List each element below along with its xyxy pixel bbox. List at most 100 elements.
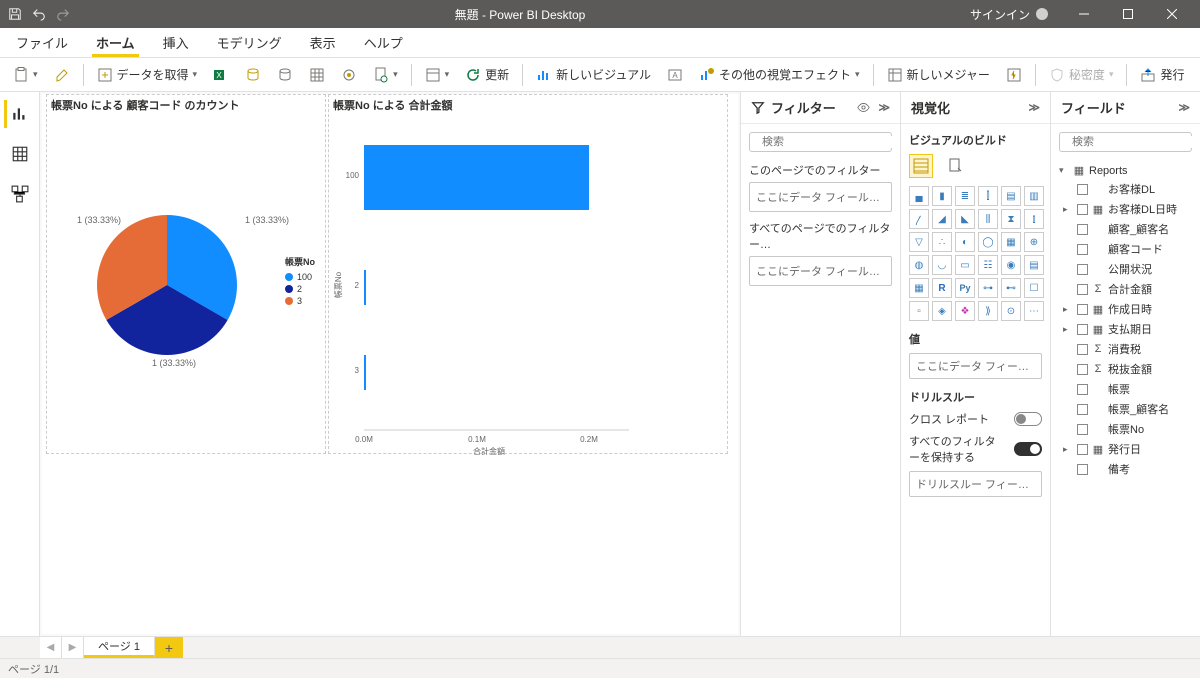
field-item[interactable]: お客様DL [1059,179,1192,199]
card-icon[interactable]: ▭ [955,255,975,275]
datahub-button[interactable] [240,64,266,86]
format-visual-mode[interactable] [943,154,967,178]
treemap-icon[interactable]: ▦ [1001,232,1021,252]
fields-search-input[interactable] [1072,136,1200,148]
100-column-icon[interactable]: ▥ [1024,186,1044,206]
sql-button[interactable] [272,64,298,86]
minimize-button[interactable] [1064,0,1104,28]
100-bar-icon[interactable]: ▤ [1001,186,1021,206]
kpi-icon[interactable]: ◉ [1001,255,1021,275]
clustered-column-icon[interactable]: ⫿ [978,186,998,206]
menu-modeling[interactable]: モデリング [213,28,286,57]
field-checkbox[interactable] [1077,284,1088,295]
field-item[interactable]: 帳票_顧客名 [1059,399,1192,419]
field-item[interactable]: 公開状況 [1059,259,1192,279]
filters-search[interactable] [749,132,892,152]
signin-button[interactable]: サインイン [970,6,1048,23]
close-button[interactable] [1152,0,1192,28]
redo-icon[interactable] [56,7,70,21]
collapse-icon[interactable]: ≫ [878,101,890,114]
field-checkbox[interactable] [1077,424,1088,435]
more-visual-button[interactable]: その他の視覚エフェクト▾ [694,63,865,86]
new-visual-button[interactable]: 新しいビジュアル [531,63,656,86]
slicer-icon[interactable]: ▤ [1024,255,1044,275]
format-painter-button[interactable] [49,64,75,86]
pie-icon[interactable]: ◐ [955,232,975,252]
page-next-button[interactable]: ▶ [62,637,84,658]
field-item[interactable]: Σ税抜金額 [1059,359,1192,379]
field-item[interactable]: 顧客コード [1059,239,1192,259]
gauge-icon[interactable]: ◡ [932,255,952,275]
paste-button[interactable]: ▾ [8,64,43,86]
menu-home[interactable]: ホーム [92,28,139,57]
allpages-filter-dropzone[interactable]: ここにデータ フィールド... [749,256,892,286]
page-tab-1[interactable]: ページ 1 [84,637,155,658]
field-checkbox[interactable] [1077,304,1088,315]
multirow-card-icon[interactable]: ☷ [978,255,998,275]
map-icon[interactable]: ⊕ [1024,232,1044,252]
key-influencer-icon[interactable]: ⊶ [978,278,998,298]
field-checkbox[interactable] [1077,184,1088,195]
filters-search-input[interactable] [762,136,900,148]
eye-icon[interactable] [857,101,870,114]
menu-help[interactable]: ヘルプ [360,28,407,57]
field-item[interactable]: Σ合計金額 [1059,279,1192,299]
field-checkbox[interactable] [1077,324,1088,335]
page-filter-dropzone[interactable]: ここにデータ フィールド... [749,182,892,212]
stacked-column-icon[interactable]: ▮ [932,186,952,206]
report-canvas[interactable]: 帳票No による 顧客コード のカウント 1 (33.33%) 1 (33.33… [40,92,740,636]
page-prev-button[interactable]: ◀ [40,637,62,658]
field-item[interactable]: 帳票No [1059,419,1192,439]
collapse-icon[interactable]: ≫ [1028,101,1040,114]
arcgis-icon[interactable]: ⊙ [1001,301,1021,321]
build-visual-mode[interactable] [909,154,933,178]
save-icon[interactable] [8,7,22,21]
table-icon[interactable]: ▦ [909,278,929,298]
viz-value-dropzone[interactable]: ここにデータ フィールド... [909,353,1042,379]
field-checkbox[interactable] [1077,264,1088,275]
field-checkbox[interactable] [1077,344,1088,355]
field-item[interactable]: ▸▦お客様DL日時 [1059,199,1192,219]
enter-data-button[interactable] [304,64,330,86]
dataverse-button[interactable] [336,64,362,86]
get-data-button[interactable]: データを取得▾ [92,63,203,86]
keep-filters-toggle[interactable] [1014,442,1042,456]
field-item[interactable]: ▸▦支払期日 [1059,319,1192,339]
field-checkbox[interactable] [1077,444,1088,455]
field-checkbox[interactable] [1077,244,1088,255]
field-item[interactable]: 顧客_顧客名 [1059,219,1192,239]
transform-button[interactable]: ▾ [420,64,455,86]
paginated-icon[interactable]: ▫ [909,301,929,321]
quick-measure-button[interactable] [1001,64,1027,86]
recent-sources-button[interactable]: ▾ [368,64,403,86]
menu-view[interactable]: 表示 [306,28,340,57]
menu-insert[interactable]: 挿入 [159,28,193,57]
area-chart-icon[interactable]: ◢ [932,209,952,229]
clustered-bar-icon[interactable]: ≣ [955,186,975,206]
maximize-button[interactable] [1108,0,1148,28]
funnel-icon[interactable]: ▽ [909,232,929,252]
textbox-button[interactable]: A [662,64,688,86]
field-item[interactable]: ▸▦作成日時 [1059,299,1192,319]
collapse-icon[interactable]: ≫ [1178,101,1190,114]
decomp-tree-icon[interactable]: ⊷ [1001,278,1021,298]
stacked-bar-icon[interactable]: ▄ [909,186,929,206]
field-checkbox[interactable] [1077,384,1088,395]
field-item[interactable]: 帳票 [1059,379,1192,399]
filled-map-icon[interactable]: ◍ [909,255,929,275]
field-item[interactable]: ▸▦発行日 [1059,439,1192,459]
add-page-button[interactable]: + [155,637,183,658]
stacked-area-icon[interactable]: ◣ [955,209,975,229]
refresh-button[interactable]: 更新 [460,63,514,86]
field-checkbox[interactable] [1077,404,1088,415]
donut-icon[interactable]: ◯ [978,232,998,252]
waterfall-icon[interactable]: ⫾ [1024,209,1044,229]
excel-button[interactable]: X [208,64,234,86]
field-checkbox[interactable] [1077,364,1088,375]
menu-file[interactable]: ファイル [12,28,72,57]
table-node[interactable]: ▾ ▦ Reports [1059,162,1192,179]
data-view-button[interactable] [6,140,34,168]
cross-report-toggle[interactable] [1014,412,1042,426]
powerapps-icon[interactable]: ◈ [932,301,952,321]
field-item[interactable]: 備考 [1059,459,1192,479]
